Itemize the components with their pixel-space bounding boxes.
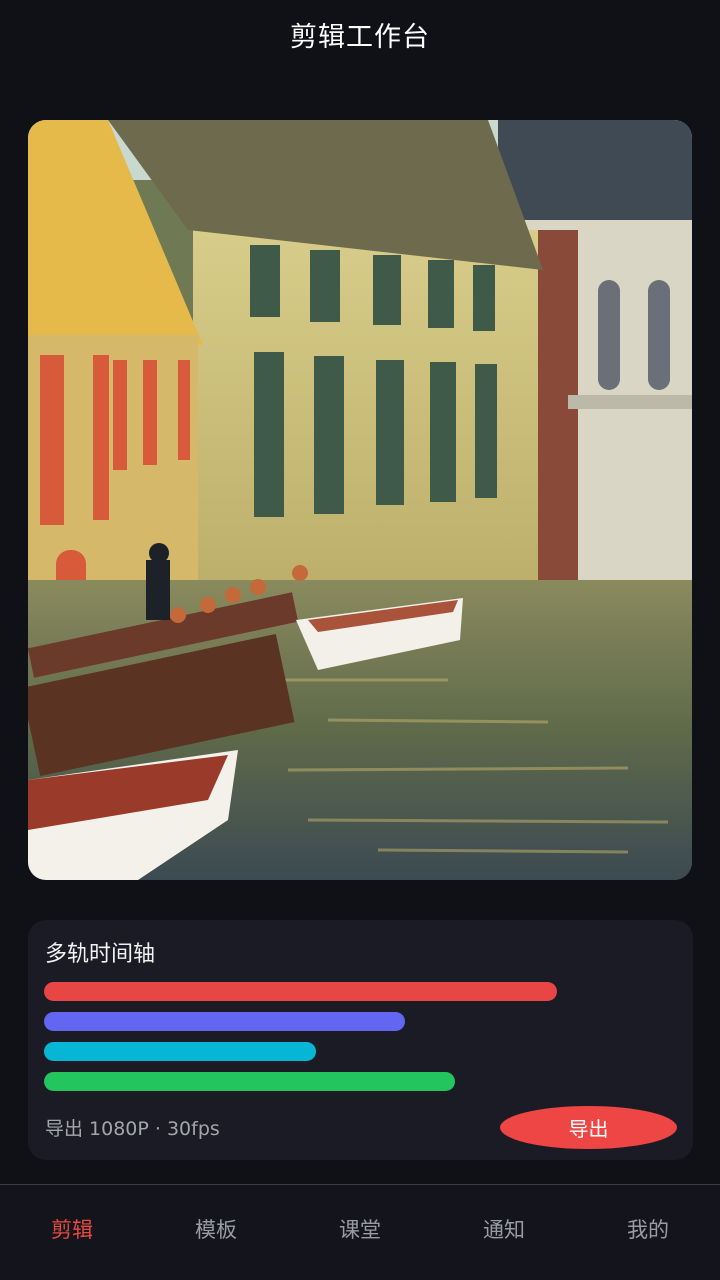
export-button[interactable]: 导出: [500, 1106, 677, 1149]
timeline-track-3[interactable]: [44, 1042, 316, 1061]
tab-classroom[interactable]: 课堂: [288, 1214, 432, 1244]
timeline-track-4[interactable]: [44, 1072, 455, 1091]
export-settings-text: 导出 1080P · 30fps: [45, 1118, 220, 1140]
tab-templates[interactable]: 模板: [144, 1214, 288, 1244]
timeline-title: 多轨时间轴: [45, 942, 156, 967]
canal-photo-image: [28, 120, 692, 880]
page-title: 剪辑工作台: [290, 21, 430, 53]
timeline-track-2[interactable]: [44, 1012, 405, 1031]
tab-edit[interactable]: 剪辑: [0, 1214, 144, 1244]
video-preview[interactable]: [28, 120, 692, 880]
tab-notifications[interactable]: 通知: [432, 1214, 576, 1244]
bottom-tab-bar: 剪辑 模板 课堂 通知 我的: [0, 1184, 720, 1280]
tab-profile[interactable]: 我的: [576, 1214, 720, 1244]
header: 剪辑工作台: [0, 0, 720, 120]
timeline-panel: 多轨时间轴 导出 1080P · 30fps 导出: [28, 920, 693, 1160]
timeline-track-1[interactable]: [44, 982, 557, 1001]
